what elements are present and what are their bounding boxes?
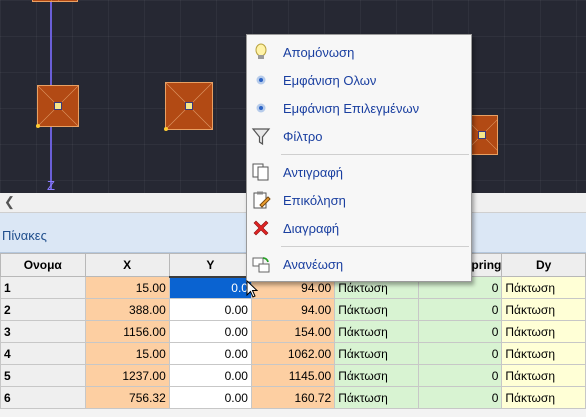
- row-number-cell[interactable]: 4: [0, 342, 86, 365]
- spring-cell[interactable]: 0: [417, 320, 503, 343]
- table-row[interactable]: 6 756.32 0.00 160.72 Πάκτωση 0 Πάκτωση: [0, 386, 586, 409]
- menu-separator: [281, 154, 469, 155]
- row-number-cell[interactable]: 2: [0, 298, 86, 321]
- node-point: [54, 102, 62, 110]
- dy-cell[interactable]: Πάκτωση: [501, 386, 586, 409]
- node-point: [185, 102, 193, 110]
- y-cell[interactable]: 0.00: [168, 320, 252, 343]
- spring-cell[interactable]: 0: [417, 342, 503, 365]
- x-cell[interactable]: 1237.00: [84, 364, 170, 387]
- menu-item-isolate[interactable]: Απομόνωση: [249, 39, 469, 65]
- dy-cell[interactable]: Πάκτωση: [501, 320, 586, 343]
- context-menu: Απομόνωση Εμφάνιση Ολων Εμφάνιση Επιλεγμ…: [246, 34, 472, 282]
- table-row[interactable]: 4 15.00 0.00 1062.00 Πάκτωση 0 Πάκτωση: [0, 342, 586, 365]
- support-type-cell[interactable]: Πάκτωση: [334, 320, 419, 343]
- node-point: [478, 131, 486, 139]
- filter-icon: [249, 124, 273, 148]
- table-row[interactable]: 3 1156.00 0.00 154.00 Πάκτωση 0 Πάκτωση: [0, 320, 586, 343]
- copy-icon: [249, 160, 273, 184]
- y-cell-selected[interactable]: 0.0: [168, 276, 252, 299]
- bulb-icon: [249, 40, 273, 64]
- z-cell[interactable]: 160.72: [250, 386, 336, 409]
- z-axis-label: Z: [47, 178, 55, 193]
- chevron-left-icon[interactable]: ❮: [4, 194, 15, 210]
- menu-item-show-selected[interactable]: Εμφάνιση Επιλεγμένων: [249, 95, 469, 121]
- menu-item-label: Απομόνωση: [283, 44, 355, 60]
- row-number-cell[interactable]: 1: [0, 276, 86, 299]
- x-cell[interactable]: 388.00: [84, 298, 170, 321]
- column-header-name[interactable]: Ονομα: [0, 253, 86, 277]
- show-all-icon: [249, 68, 273, 92]
- menu-item-filter[interactable]: Φίλτρο: [249, 123, 469, 149]
- menu-item-label: Διαγραφή: [283, 220, 340, 236]
- y-cell[interactable]: 0.00: [168, 342, 252, 365]
- y-cell[interactable]: 0.00: [168, 364, 252, 387]
- menu-item-label: Αντιγραφή: [283, 164, 344, 180]
- menu-item-delete[interactable]: Διαγραφή: [249, 215, 469, 241]
- x-cell[interactable]: 15.00: [84, 276, 170, 299]
- menu-item-copy[interactable]: Αντιγραφή: [249, 159, 469, 185]
- x-cell[interactable]: 15.00: [84, 342, 170, 365]
- y-cell[interactable]: 0.00: [168, 298, 252, 321]
- support-type-cell[interactable]: Πάκτωση: [334, 364, 419, 387]
- menu-separator: [281, 246, 469, 247]
- support-node[interactable]: [164, 82, 213, 131]
- node-corner: [36, 124, 40, 128]
- row-number-cell[interactable]: 3: [0, 320, 86, 343]
- paste-icon: [249, 188, 273, 212]
- dy-cell[interactable]: Πάκτωση: [501, 298, 586, 321]
- x-cell[interactable]: 1156.00: [84, 320, 170, 343]
- z-cell[interactable]: 154.00: [250, 320, 336, 343]
- row-number-cell[interactable]: 6: [0, 386, 86, 409]
- dy-cell[interactable]: Πάκτωση: [501, 276, 586, 299]
- z-cell[interactable]: 94.00: [250, 298, 336, 321]
- support-node[interactable]: [32, 0, 78, 2]
- menu-item-label: Ανανέωση: [283, 256, 344, 272]
- support-type-cell[interactable]: Πάκτωση: [334, 386, 419, 409]
- column-header-x[interactable]: X: [84, 253, 170, 277]
- menu-item-label: Εμφάνιση Ολων: [283, 72, 377, 88]
- support-node[interactable]: [36, 85, 79, 128]
- dy-cell[interactable]: Πάκτωση: [501, 364, 586, 387]
- delete-icon: [249, 216, 273, 240]
- support-type-cell[interactable]: Πάκτωση: [334, 342, 419, 365]
- menu-item-paste[interactable]: Επικόληση: [249, 187, 469, 213]
- table-row[interactable]: 2 388.00 0.00 94.00 Πάκτωση 0 Πάκτωση: [0, 298, 586, 321]
- menu-item-show-all[interactable]: Εμφάνιση Ολων: [249, 67, 469, 93]
- spring-cell[interactable]: 0: [417, 298, 503, 321]
- refresh-icon: [249, 252, 273, 276]
- row-number-cell[interactable]: 5: [0, 364, 86, 387]
- z-cell[interactable]: 1145.00: [250, 364, 336, 387]
- column-header-dy[interactable]: Dy: [501, 253, 586, 277]
- show-selected-icon: [249, 96, 273, 120]
- menu-item-refresh[interactable]: Ανανέωση: [249, 251, 469, 277]
- app-window: Z ❮ Πίνακες Ονομα X Y Spring Dy 1 15.00 …: [0, 0, 586, 417]
- y-cell[interactable]: 0.00: [168, 386, 252, 409]
- menu-item-label: Φίλτρο: [283, 128, 323, 144]
- mouse-cursor-icon: [246, 280, 258, 298]
- x-cell[interactable]: 756.32: [84, 386, 170, 409]
- spring-cell[interactable]: 0: [417, 364, 503, 387]
- menu-item-label: Εμφάνιση Επιλεγμένων: [283, 100, 420, 116]
- menu-item-label: Επικόληση: [283, 192, 346, 208]
- table-row[interactable]: 5 1237.00 0.00 1145.00 Πάκτωση 0 Πάκτωση: [0, 364, 586, 387]
- column-header-y[interactable]: Y: [168, 253, 252, 278]
- spring-cell[interactable]: 0: [417, 386, 503, 409]
- node-corner: [164, 127, 168, 131]
- panel-title: Πίνακες: [2, 228, 47, 243]
- support-type-cell[interactable]: Πάκτωση: [334, 298, 419, 321]
- dy-cell[interactable]: Πάκτωση: [501, 342, 586, 365]
- z-cell[interactable]: 1062.00: [250, 342, 336, 365]
